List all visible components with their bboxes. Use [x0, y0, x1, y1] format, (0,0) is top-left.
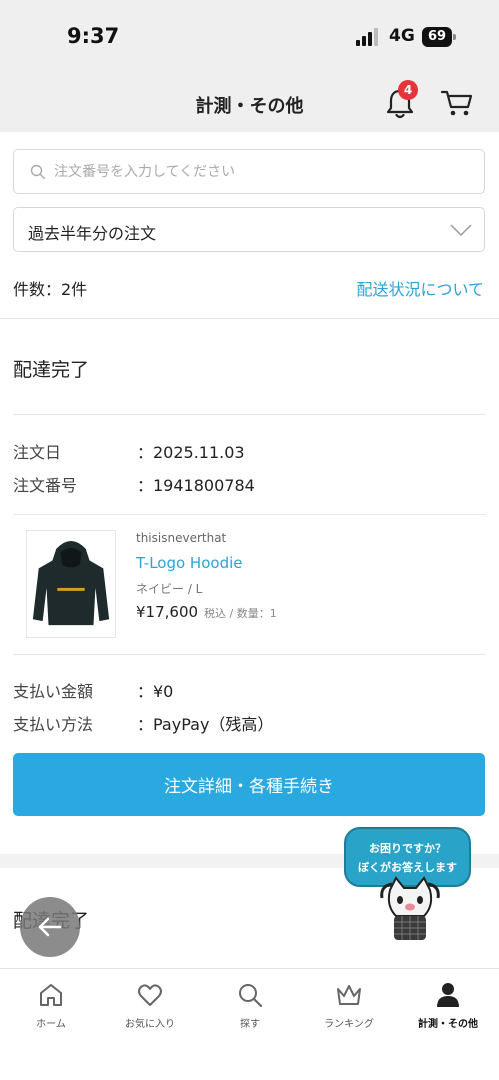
- network-type: 4G: [389, 26, 415, 46]
- price-value: ¥17,600: [136, 603, 199, 621]
- tab-label: 探す: [240, 1019, 260, 1030]
- notification-badge: 4: [398, 80, 418, 100]
- tab-home[interactable]: ホーム: [1, 981, 101, 1041]
- tab-ranking[interactable]: ランキング: [299, 981, 399, 1041]
- delivery-status-link[interactable]: 配送状況について: [356, 276, 484, 300]
- product-image[interactable]: [26, 530, 116, 638]
- tab-favorites[interactable]: お気に入り: [100, 981, 200, 1041]
- page-title: 計測・その他: [195, 96, 304, 117]
- chevron-down-icon: [450, 224, 472, 237]
- product-variant: ネイビー / L: [136, 582, 203, 596]
- order-detail-button[interactable]: 注文詳細・各種手続き: [13, 753, 485, 816]
- product-name-link[interactable]: T-Logo Hoodie: [136, 554, 243, 572]
- search-icon: [30, 164, 46, 180]
- tab-label: ランキング: [324, 1019, 374, 1030]
- crown-icon: [337, 985, 361, 1005]
- tab-measure-other[interactable]: 計測・その他: [398, 981, 498, 1041]
- divider: [13, 514, 485, 515]
- product-price: ¥17,600 税込 / 数量：1: [136, 603, 277, 621]
- divider: [0, 318, 499, 319]
- order-number-label: 注文番号: [13, 476, 78, 495]
- payment-amount-value: ：¥0: [137, 682, 174, 701]
- cat-mascot-icon[interactable]: [372, 876, 448, 944]
- product-brand: thisisneverthat: [136, 531, 227, 545]
- app-header: 計測・その他 4: [0, 72, 499, 132]
- person-icon: [437, 983, 459, 1007]
- tab-label: お気に入り: [125, 1019, 175, 1030]
- payment-method-value: ：PayPay（残高）: [137, 715, 274, 734]
- period-select[interactable]: 過去半年分の注文: [13, 207, 485, 252]
- order-number-input[interactable]: [54, 150, 474, 193]
- price-note: 税込 / 数量：1: [204, 607, 277, 620]
- tab-label: ホーム: [36, 1019, 66, 1030]
- order-date-value: ：2025.11.03: [137, 443, 245, 462]
- order-number-value: ：1941800784: [137, 476, 255, 495]
- cart-icon[interactable]: [440, 88, 474, 118]
- hoodie-image: [32, 540, 110, 626]
- tab-search[interactable]: 探す: [200, 981, 300, 1041]
- order-status: 配達完了: [13, 359, 90, 381]
- order-search[interactable]: [13, 149, 485, 194]
- assistant-line-2: ぼくがお答えします: [358, 861, 457, 874]
- status-bar: 9:37 4G 69: [0, 0, 499, 72]
- bottom-tab-bar: ホーム お気に入り 探す ランキング 計測・その他: [0, 968, 499, 1080]
- status-time: 9:37: [67, 24, 120, 48]
- order-date-label: 注文日: [13, 443, 62, 462]
- period-select-value: 過去半年分の注文: [28, 224, 157, 243]
- back-button[interactable]: [20, 897, 80, 957]
- arrow-left-icon: [38, 917, 62, 937]
- search-icon: [239, 984, 263, 1008]
- order-count: 件数：2件: [13, 280, 88, 299]
- home-icon: [40, 984, 62, 1006]
- battery-icon: 69: [422, 27, 456, 47]
- assistant-line-1: お困りですか？: [369, 842, 446, 855]
- tab-label: 計測・その他: [418, 1019, 478, 1030]
- payment-method-label: 支払い方法: [13, 715, 94, 734]
- heart-icon: [138, 984, 162, 1006]
- signal-icon: [356, 28, 382, 46]
- payment-amount-label: 支払い金額: [13, 682, 94, 701]
- divider: [13, 654, 485, 655]
- divider: [13, 414, 485, 415]
